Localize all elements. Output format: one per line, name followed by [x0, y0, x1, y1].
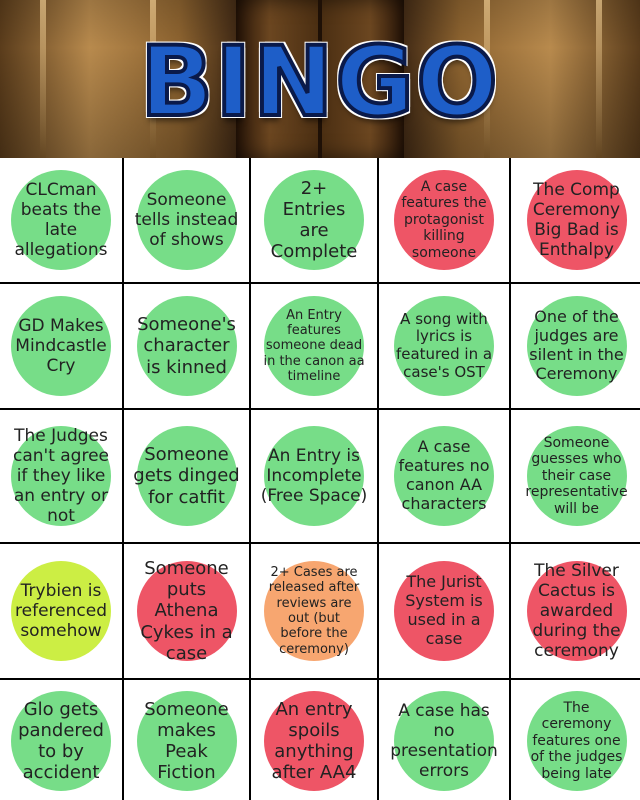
bingo-cell-text: Someone gets dinged for catfit — [133, 444, 240, 508]
bingo-cell[interactable]: Someone puts Athena Cykes in a case — [124, 544, 249, 678]
bingo-cell-text: The ceremony features one of the judges … — [530, 699, 623, 782]
bingo-cell[interactable]: 2+ Entries are Complete — [251, 158, 377, 282]
bingo-cell[interactable]: CLCman beats the late allegations — [0, 158, 122, 282]
bingo-cell[interactable]: The Judges can't agree if they like an e… — [0, 410, 122, 542]
bingo-cell[interactable]: Someone guesses who their case represent… — [511, 410, 640, 542]
bingo-cell-text: A case features no canon AA characters — [398, 437, 490, 513]
bingo-cell[interactable]: The ceremony features one of the judges … — [511, 680, 640, 800]
bingo-cell[interactable]: An Entry is Incomplete (Free Space) — [251, 410, 377, 542]
bingo-cell-text: CLCman beats the late allegations — [14, 179, 108, 261]
bingo-title: BINGO — [138, 24, 500, 140]
bingo-cell-text: Someone guesses who their case represent… — [525, 434, 628, 517]
bingo-cell-text: The Judges can't agree if they like an e… — [12, 425, 110, 527]
bingo-cell[interactable]: A song with lyrics is featured in a case… — [379, 284, 509, 408]
bingo-cell[interactable]: A case features no canon AA characters — [379, 410, 509, 542]
bingo-cell-text: Glo gets pandered to by accident — [18, 698, 104, 784]
bingo-cell-text: One of the judges are silent in the Cere… — [529, 307, 624, 383]
bingo-cell-text: GD Makes Mindcastle Cry — [15, 315, 107, 377]
bingo-cell[interactable]: A case has no presentation errors — [379, 680, 509, 800]
bingo-cell-text: Someone makes Peak Fiction — [144, 698, 229, 784]
bingo-cell-text: A case features the protagonist killing … — [401, 178, 487, 261]
bingo-cell[interactable]: Someone tells instead of shows — [124, 158, 249, 282]
bingo-cell[interactable]: Someone's character is kinned — [124, 284, 249, 408]
bingo-cell[interactable]: 2+ Cases are released after reviews are … — [251, 544, 377, 678]
bingo-cell[interactable]: A case features the protagonist killing … — [379, 158, 509, 282]
bingo-cell-text: Someone tells instead of shows — [134, 189, 239, 251]
bingo-cell[interactable]: An entry spoils anything after AA4 — [251, 680, 377, 800]
bingo-cell[interactable]: The Comp Ceremony Big Bad is Enthalpy — [511, 158, 640, 282]
bingo-cell-text: Someone's character is kinned — [137, 314, 236, 378]
bingo-card: BINGO CLCman beats the late allegations S… — [0, 0, 640, 800]
bingo-cell[interactable]: The Silver Cactus is awarded during the … — [511, 544, 640, 678]
bingo-cell-text: 2+ Entries are Complete — [270, 177, 358, 263]
bingo-cell-text: The Comp Ceremony Big Bad is Enthalpy — [532, 179, 621, 261]
bingo-cell[interactable]: The Jurist System is used in a case — [379, 544, 509, 678]
bingo-cell-text: The Jurist System is used in a case — [405, 572, 483, 648]
bingo-cell-text: A case has no presentation errors — [390, 700, 498, 782]
bingo-cell-text: An Entry features someone dead in the ca… — [263, 307, 365, 384]
bingo-cell[interactable]: GD Makes Mindcastle Cry — [0, 284, 122, 408]
bingo-grid: CLCman beats the late allegations Someone… — [0, 158, 640, 800]
bingo-cell-text: The Silver Cactus is awarded during the … — [532, 560, 621, 662]
bingo-cell-text: A song with lyrics is featured in a case… — [395, 309, 493, 381]
bingo-cell[interactable]: Someone makes Peak Fiction — [124, 680, 249, 800]
bingo-cell-text: An entry spoils anything after AA4 — [271, 698, 357, 784]
bingo-cell[interactable]: One of the judges are silent in the Cere… — [511, 284, 640, 408]
bingo-cell[interactable]: Trybien is referenced somehow — [0, 544, 122, 678]
bingo-cell-text: 2+ Cases are released after reviews are … — [268, 565, 360, 657]
bingo-cell-text: An Entry is Incomplete (Free Space) — [260, 445, 368, 507]
bingo-cell[interactable]: Someone gets dinged for catfit — [124, 410, 249, 542]
bingo-cell[interactable]: Glo gets pandered to by accident — [0, 680, 122, 800]
bingo-cell-text: Trybien is referenced somehow — [15, 580, 107, 642]
bingo-cell[interactable]: An Entry features someone dead in the ca… — [251, 284, 377, 408]
bingo-cell-text: Someone puts Athena Cykes in a case — [140, 557, 233, 664]
